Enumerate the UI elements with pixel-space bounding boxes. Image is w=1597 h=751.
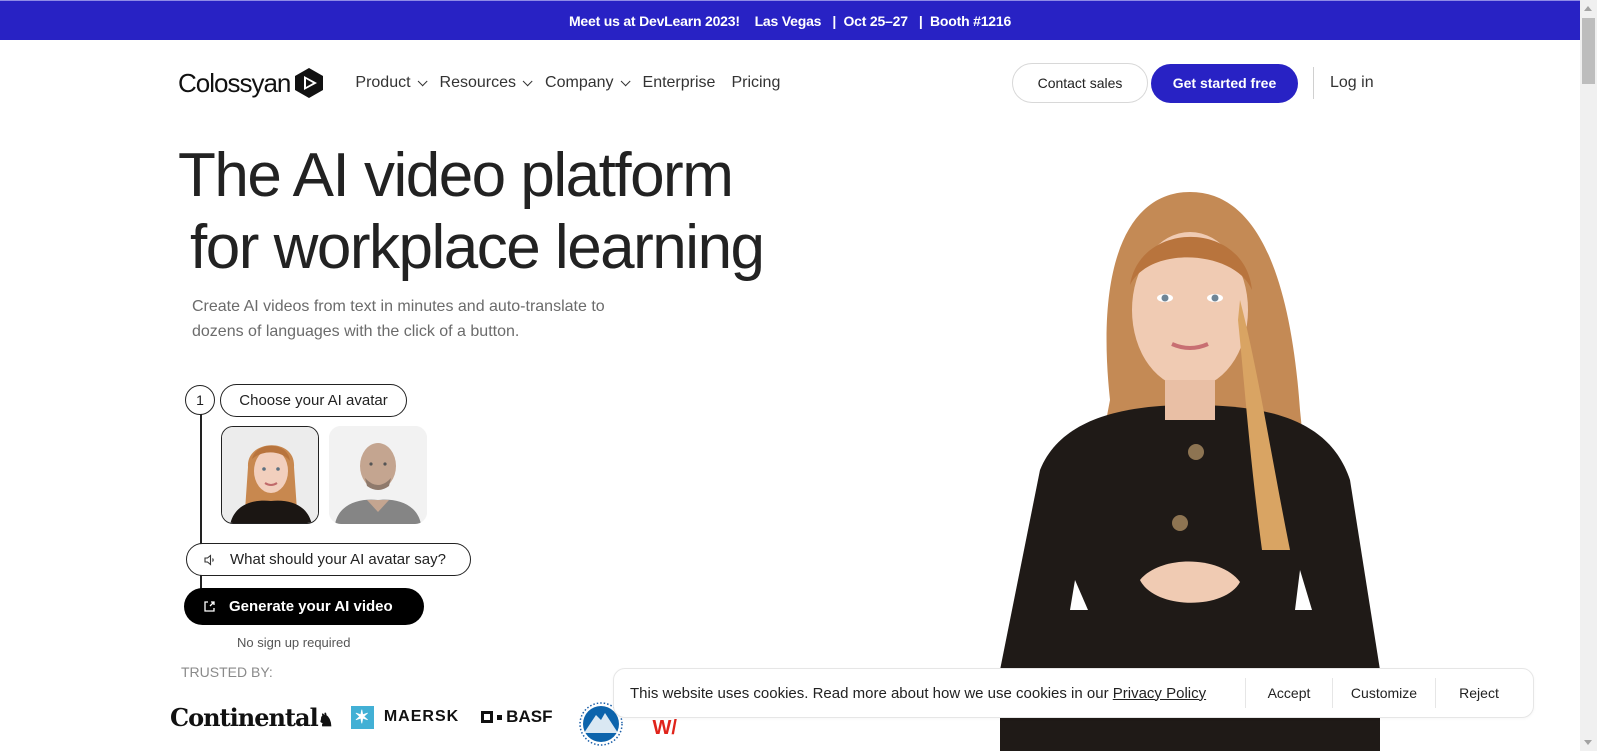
announcement-booth: Booth #1216 [930, 12, 1012, 29]
choose-avatar-label: Choose your AI avatar [220, 384, 407, 417]
hero-subtitle: Create AI videos from text in minutes an… [192, 298, 605, 340]
hero-title-line2: for workplace learning [190, 213, 765, 282]
nav-enterprise-label: Enterprise [642, 74, 716, 91]
trusted-by-label: TRUSTED BY: [181, 664, 273, 680]
external-link-icon [204, 601, 215, 612]
scroll-thumb[interactable] [1582, 18, 1595, 84]
no-signup-note: No sign up required [237, 635, 351, 650]
cookie-text: This website uses cookies. Read more abo… [630, 684, 1113, 702]
cookie-message: This website uses cookies. Read more abo… [630, 685, 1245, 702]
avatar-script-input[interactable]: What should your AI avatar say? [186, 543, 471, 576]
continental-logo-text: Continental [170, 702, 319, 732]
cookie-customize-button[interactable]: Customize [1333, 678, 1435, 708]
logo[interactable]: Colossyan [178, 67, 324, 99]
logo-play-icon [295, 68, 324, 98]
step-number: 1 [185, 385, 215, 415]
chevron-down-icon [620, 75, 631, 86]
trusted-logos: Continental♞ ✶ MAERSK BASF W/ [170, 695, 677, 746]
announcement-bar[interactable]: Meet us at DevLearn 2023! Las Vegas | Oc… [0, 0, 1580, 40]
scroll-down-arrow-icon[interactable] [1584, 740, 1592, 745]
announcement-event: Meet us at DevLearn 2023! [568, 12, 740, 29]
maersk-logo: ✶ MAERSK [350, 705, 460, 729]
chevron-down-icon [417, 75, 428, 86]
nav-company-label: Company [545, 74, 614, 91]
main-nav: Colossyan Product Resources Company Ente… [178, 62, 796, 104]
hero-title-line1: The AI video platform [178, 141, 734, 210]
nav-divider [1313, 67, 1314, 99]
male-avatar-image [329, 426, 427, 524]
cookie-accept-button[interactable]: Accept [1246, 678, 1332, 708]
nav-actions: Contact sales Get started free Log in [1012, 63, 1374, 103]
partial-red-logo: W/ [652, 716, 677, 739]
nav-product[interactable]: Product [355, 74, 428, 92]
nav-pricing-label: Pricing [731, 74, 781, 91]
page-scrollbar[interactable] [1580, 0, 1597, 751]
generate-video-button[interactable]: Generate your AI video [184, 588, 424, 625]
cookie-reject-button[interactable]: Reject [1436, 678, 1522, 708]
hero-title: The AI video platform for workplace lear… [178, 140, 765, 284]
nav-pricing[interactable]: Pricing [731, 74, 780, 92]
basf-square-icon [481, 711, 494, 723]
continental-logo: Continental♞ [170, 702, 334, 732]
announcement-dates: Oct 25–27 [843, 12, 908, 29]
generate-video-label: Generate your AI video [229, 598, 393, 615]
nav-resources-label: Resources [439, 74, 517, 91]
maersk-logo-text: MAERSK [383, 708, 460, 725]
cookie-banner: This website uses cookies. Read more abo… [613, 668, 1534, 718]
logo-text: Colossyan [178, 67, 291, 98]
nav-company[interactable]: Company [545, 74, 631, 92]
nav-links: Product Resources Company Enterprise Pri… [355, 74, 796, 92]
basf-logo-text: BASF [506, 707, 553, 726]
scroll-up-arrow-icon[interactable] [1584, 6, 1592, 11]
get-started-button[interactable]: Get started free [1151, 63, 1298, 103]
presenter-image [1000, 192, 1380, 751]
announcement-location: Las Vegas [754, 12, 822, 29]
nav-resources[interactable]: Resources [439, 74, 533, 92]
chevron-down-icon [522, 75, 533, 86]
maersk-star-icon: ✶ [350, 705, 374, 729]
privacy-policy-link[interactable]: Privacy Policy [1113, 685, 1206, 702]
speaker-icon [204, 553, 214, 566]
login-link[interactable]: Log in [1330, 74, 1374, 92]
basf-dot-icon [497, 714, 503, 720]
avatar-option-female[interactable] [221, 426, 319, 524]
female-avatar-image [222, 427, 318, 523]
nav-enterprise[interactable]: Enterprise [643, 74, 716, 92]
contact-sales-button[interactable]: Contact sales [1012, 63, 1148, 103]
script-placeholder: What should your AI avatar say? [230, 551, 446, 568]
basf-logo: BASF [481, 707, 552, 727]
avatar-option-male[interactable] [329, 426, 427, 524]
nav-product-label: Product [355, 74, 411, 91]
